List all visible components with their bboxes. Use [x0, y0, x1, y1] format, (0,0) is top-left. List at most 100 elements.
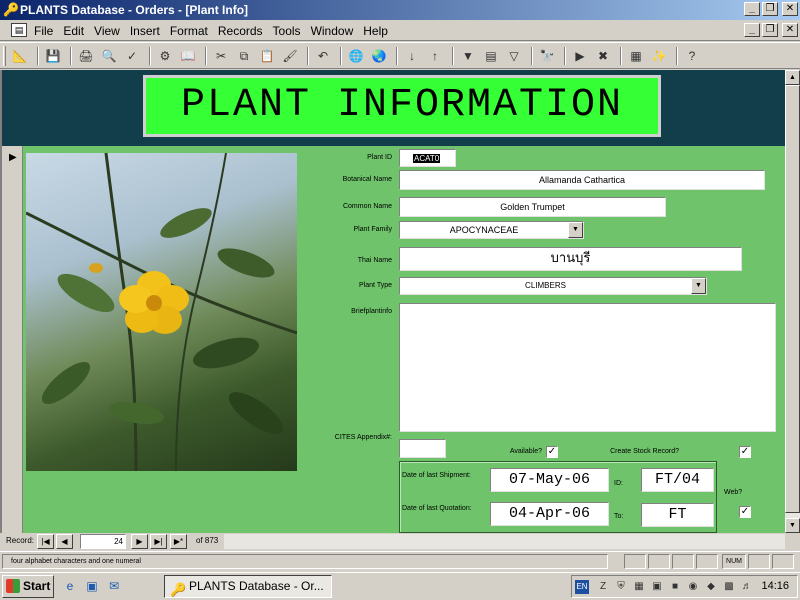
available-checkbox[interactable]: ✓	[546, 446, 558, 458]
menu-window[interactable]: Window	[311, 24, 354, 38]
thai-name-field[interactable]: บานบุรี	[399, 247, 742, 271]
quotation-to-field[interactable]: FT	[641, 503, 714, 527]
find-icon[interactable]: 🔭	[537, 46, 557, 66]
last-record-button[interactable]: ▶|	[150, 534, 167, 549]
next-record-button[interactable]: ▶	[131, 534, 148, 549]
plant-type-label: Plant Type	[359, 282, 392, 289]
horizontal-scrollbar[interactable]	[224, 534, 785, 549]
shield-icon[interactable]: ⛨	[614, 580, 628, 594]
plant-type-value: CLIMBERS	[525, 281, 566, 290]
menu-bar: ▤ File Edit View Insert Format Records T…	[0, 20, 800, 41]
plant-type-dropdown-button[interactable]: ▼	[691, 278, 706, 294]
copy-icon[interactable]: ⧉	[234, 46, 254, 66]
last-quotation-field[interactable]: 04-Apr-06	[490, 502, 609, 526]
spelling-icon[interactable]: ✓	[122, 46, 142, 66]
database-window-icon[interactable]: ▦	[626, 46, 646, 66]
network-icon[interactable]: ▣	[650, 580, 664, 594]
language-indicator[interactable]: EN	[575, 580, 589, 594]
record-total: of 873	[196, 536, 219, 545]
document-icon[interactable]: ▤	[11, 23, 27, 37]
menu-view[interactable]: View	[94, 24, 120, 38]
cut-icon[interactable]: ✂	[211, 46, 231, 66]
format-painter-icon[interactable]: 🖌	[280, 46, 300, 66]
scroll-thumb[interactable]	[785, 85, 800, 513]
restore-button[interactable]: ❐	[762, 2, 778, 16]
first-record-button[interactable]: |◀	[37, 534, 54, 549]
paste-icon[interactable]: 📋	[257, 46, 277, 66]
scroll-up-button[interactable]: ▲	[785, 70, 800, 85]
plant-type-combo[interactable]: CLIMBERS ▼	[399, 277, 707, 295]
doc-minimize-button[interactable]: _	[744, 23, 760, 37]
save-icon[interactable]: 💾	[43, 46, 63, 66]
new-object-icon[interactable]: ✨	[649, 46, 669, 66]
vertical-scrollbar[interactable]: ▲ ▼	[785, 70, 800, 533]
botanical-name-field[interactable]: Allamanda Cathartica	[399, 170, 765, 190]
doc-restore-button[interactable]: ❐	[762, 23, 778, 37]
thai-name-label: Thai Name	[357, 257, 392, 264]
record-selector[interactable]: ▶	[2, 146, 23, 533]
menu-tools[interactable]: Tools	[273, 24, 301, 38]
record-navigation: Record: |◀ ◀ 24 ▶ ▶| ▶* of 873	[0, 533, 800, 551]
web-checkbox[interactable]: ✓	[739, 506, 751, 518]
new-record-icon[interactable]: ▶	[570, 46, 590, 66]
sort-descending-icon[interactable]: ↑	[425, 46, 445, 66]
tray-app-icon[interactable]: ◉	[686, 580, 700, 594]
minimize-button[interactable]: _	[744, 2, 760, 16]
record-label: Record:	[6, 536, 35, 545]
last-shipment-field[interactable]: 07-May-06	[490, 468, 609, 492]
zone-alarm-icon[interactable]: Z	[596, 580, 610, 594]
taskbar-app-button[interactable]: 🔑 PLANTS Database - Or...	[164, 575, 332, 598]
print-preview-icon[interactable]: 🔍	[99, 46, 119, 66]
form-header: PLANT INFORMATION	[2, 70, 785, 146]
design-view-icon[interactable]: 📐	[10, 46, 30, 66]
close-button[interactable]: ✕	[782, 2, 798, 16]
status-text: four alphabet characters and one numeral	[2, 554, 608, 569]
show-desktop-icon[interactable]: ▣	[84, 578, 100, 594]
plant-family-dropdown-button[interactable]: ▼	[568, 222, 583, 238]
outlook-icon[interactable]: ✉	[106, 578, 122, 594]
delete-record-icon[interactable]: ✖	[593, 46, 613, 66]
help-icon[interactable]: ?	[682, 46, 702, 66]
shipment-id-field[interactable]: FT/04	[641, 468, 714, 492]
menu-insert[interactable]: Insert	[130, 24, 160, 38]
tray-app-icon[interactable]: ▦	[632, 580, 646, 594]
filter-by-form-icon[interactable]: ▤	[481, 46, 501, 66]
plant-family-combo[interactable]: APOCYNACEAE ▼	[399, 221, 584, 239]
title-bar[interactable]: 🔑 PLANTS Database - Orders - [Plant Info…	[0, 0, 800, 20]
tray-app-icon[interactable]: ■	[668, 580, 682, 594]
print-icon[interactable]: 🖨	[76, 46, 96, 66]
doc-close-button[interactable]: ✕	[782, 23, 798, 37]
filter-by-selection-icon[interactable]: ▼	[458, 46, 478, 66]
plant-id-value: ACAT0	[413, 154, 441, 163]
plant-id-field[interactable]: ACAT0	[399, 149, 456, 167]
brief-info-textarea[interactable]	[399, 303, 776, 432]
taskbar: Start e ▣ ✉ 🔑 PLANTS Database - Or... EN…	[0, 572, 800, 600]
properties-icon[interactable]: 📖	[178, 46, 198, 66]
apply-filter-icon[interactable]: ▽	[504, 46, 524, 66]
menu-help[interactable]: Help	[363, 24, 388, 38]
undo-icon[interactable]: ↶	[313, 46, 333, 66]
previous-record-button[interactable]: ◀	[56, 534, 73, 549]
menu-records[interactable]: Records	[218, 24, 263, 38]
antivirus-icon[interactable]: ◆	[704, 580, 718, 594]
volume-icon[interactable]: ♬	[740, 580, 754, 594]
common-name-field[interactable]: Golden Trumpet	[399, 197, 666, 217]
toolbar-grip[interactable]	[3, 46, 6, 66]
cites-field[interactable]	[399, 439, 446, 458]
start-button[interactable]: Start	[2, 575, 54, 598]
scroll-down-button[interactable]: ▼	[785, 518, 800, 533]
menu-edit[interactable]: Edit	[63, 24, 84, 38]
internet-explorer-icon[interactable]: e	[62, 578, 78, 594]
menu-file[interactable]: File	[34, 24, 53, 38]
menu-format[interactable]: Format	[170, 24, 208, 38]
display-icon[interactable]: ▩	[722, 580, 736, 594]
create-stock-checkbox[interactable]: ✓	[739, 446, 751, 458]
status-bar: four alphabet characters and one numeral…	[0, 551, 800, 571]
code-icon[interactable]: ⚙	[155, 46, 175, 66]
hyperlink-icon[interactable]: 🌐	[346, 46, 366, 66]
window-title: PLANTS Database - Orders - [Plant Info]	[20, 3, 249, 17]
web-toolbar-icon[interactable]: 🌏	[369, 46, 389, 66]
new-record-nav-button[interactable]: ▶*	[170, 534, 187, 549]
sort-ascending-icon[interactable]: ↓	[402, 46, 422, 66]
record-number-input[interactable]: 24	[80, 534, 126, 549]
